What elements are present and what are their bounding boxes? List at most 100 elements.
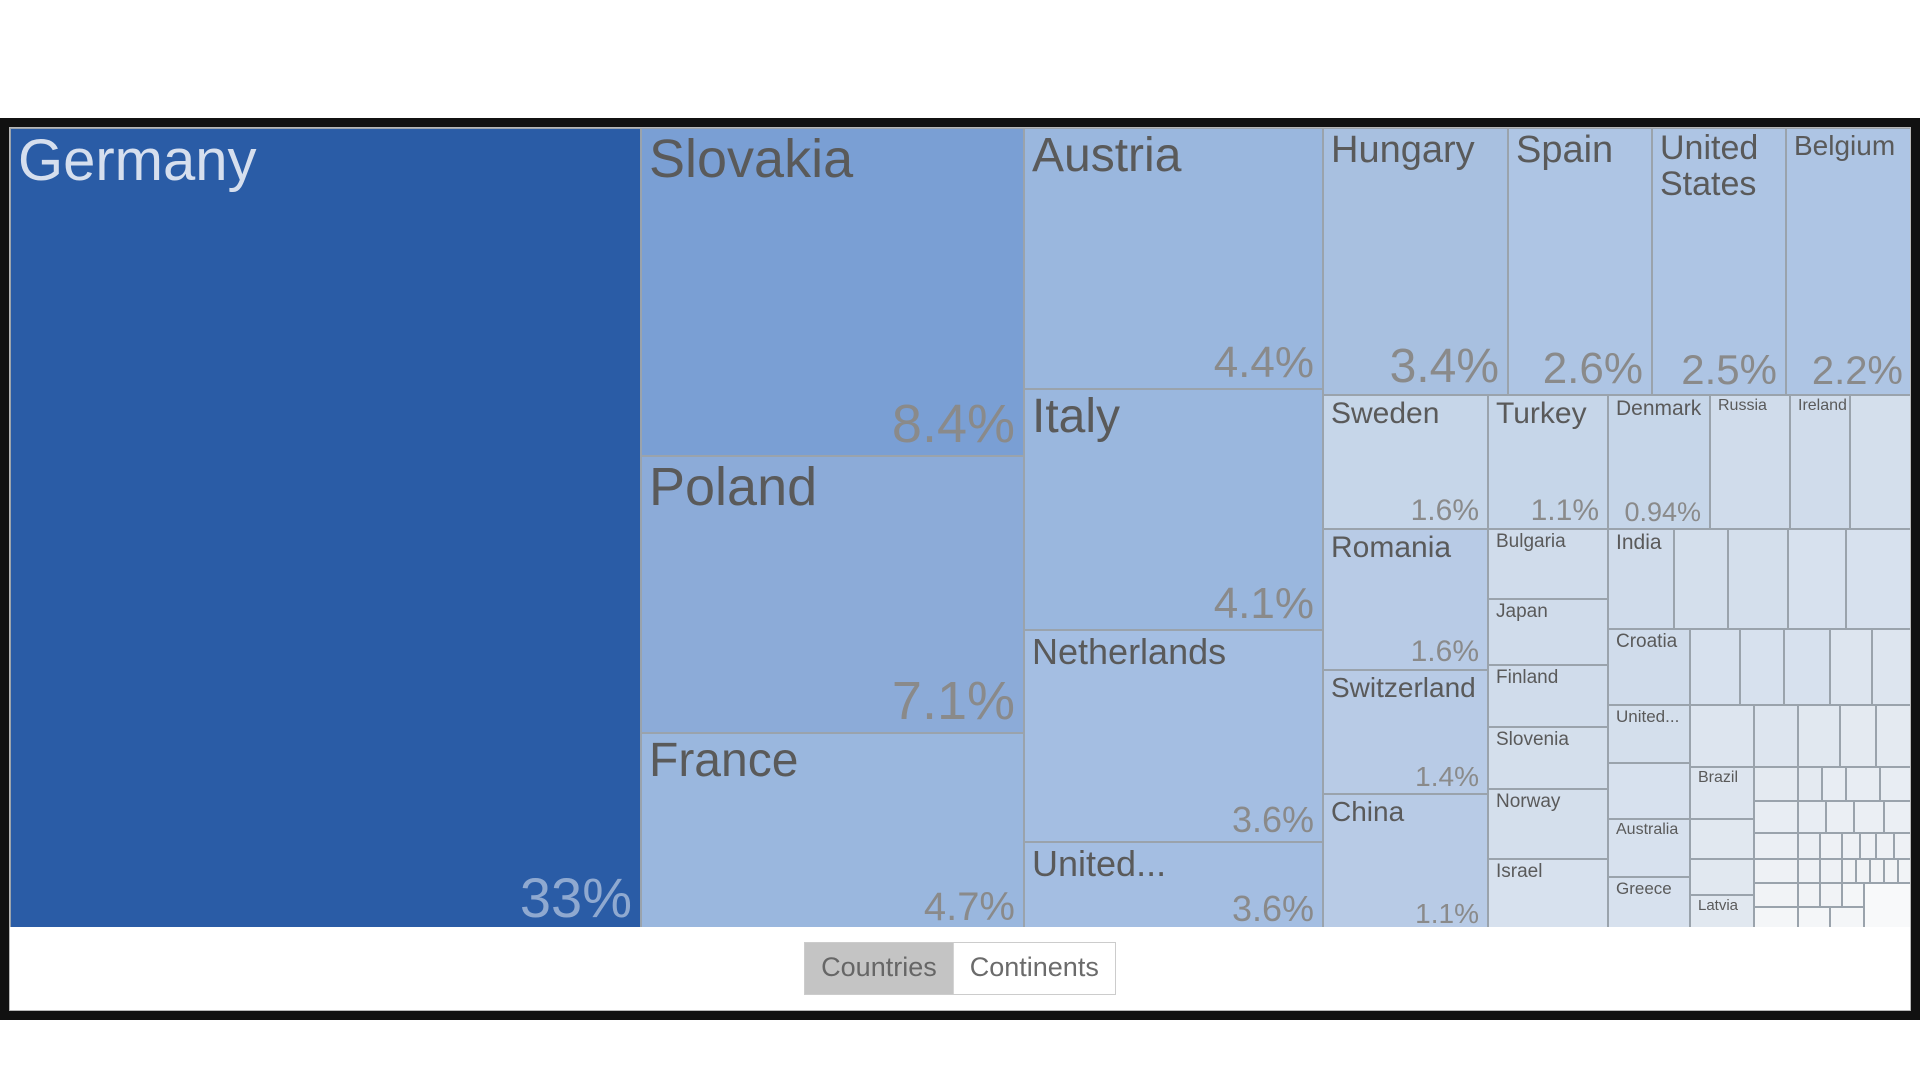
continents-button[interactable]: Continents (952, 942, 1115, 995)
treemap-cell[interactable] (1842, 833, 1860, 859)
treemap-cell[interactable] (1850, 395, 1910, 529)
treemap-cell[interactable] (1864, 883, 1910, 931)
treemap-cell[interactable] (1822, 767, 1846, 801)
treemap-cell[interactable] (1728, 529, 1788, 629)
treemap-cell[interactable]: Greece (1608, 877, 1690, 931)
treemap-cell[interactable] (1898, 859, 1910, 883)
treemap-cell[interactable] (1690, 859, 1754, 895)
treemap-cell[interactable] (1880, 767, 1910, 801)
treemap-cell-label: Denmark (1616, 397, 1702, 420)
treemap-cell[interactable]: Slovenia (1488, 727, 1608, 789)
treemap-cell-label: Australia (1616, 821, 1679, 838)
treemap-cell[interactable] (1754, 859, 1798, 883)
treemap-cell[interactable]: Brazil (1690, 767, 1754, 819)
treemap-cell[interactable]: Israel (1488, 859, 1608, 931)
treemap-cell-label: Slovenia (1496, 729, 1569, 750)
treemap-cell[interactable] (1690, 705, 1754, 767)
treemap-cell[interactable] (1876, 705, 1910, 767)
treemap-cell[interactable]: Norway (1488, 789, 1608, 859)
treemap-cell[interactable]: Netherlands 3.6% (1024, 630, 1323, 842)
treemap-cell[interactable]: Russia (1710, 395, 1790, 529)
treemap-cell[interactable] (1788, 529, 1846, 629)
treemap-cell[interactable]: Germany 33% (10, 128, 641, 931)
treemap-cell[interactable] (1674, 529, 1728, 629)
treemap-cell[interactable]: Latvia (1690, 895, 1754, 931)
treemap-cell[interactable]: United States 2.5% (1652, 128, 1786, 395)
treemap-cell-value: 2.2% (1811, 349, 1903, 393)
treemap-cell[interactable] (1798, 833, 1820, 859)
treemap-cell[interactable] (1784, 629, 1830, 705)
treemap-cell[interactable] (1820, 859, 1842, 883)
treemap-cell[interactable] (1870, 859, 1884, 883)
treemap-cell-label: Bulgaria (1496, 531, 1566, 552)
treemap-cell[interactable]: Belgium 2.2% (1786, 128, 1910, 395)
treemap-cell[interactable] (1798, 767, 1822, 801)
countries-button[interactable]: Countries (805, 942, 953, 995)
treemap-cell[interactable] (1846, 767, 1880, 801)
treemap-cell[interactable] (1690, 819, 1754, 859)
treemap-cell[interactable] (1860, 833, 1876, 859)
treemap-cell[interactable] (1830, 629, 1872, 705)
treemap-cell[interactable] (1842, 859, 1856, 883)
treemap-cell[interactable] (1754, 705, 1798, 767)
treemap-cell-value: 2.5% (1681, 345, 1777, 393)
treemap-cell[interactable] (1826, 801, 1854, 833)
treemap-cell[interactable] (1842, 883, 1864, 907)
treemap-cell[interactable]: Denmark 0.94% (1608, 395, 1710, 529)
treemap-cell[interactable]: China 1.1% (1323, 794, 1488, 931)
treemap-cell[interactable] (1884, 859, 1898, 883)
treemap-cell[interactable] (1754, 801, 1798, 833)
treemap-cell[interactable]: Switzerland 1.4% (1323, 670, 1488, 794)
treemap-cell[interactable]: Slovakia 8.4% (641, 128, 1024, 456)
treemap-cell[interactable] (1740, 629, 1784, 705)
treemap-cell-label: Finland (1496, 667, 1559, 688)
treemap-cell[interactable]: Poland 7.1% (641, 456, 1024, 733)
treemap-cell[interactable]: United... 3.6% (1024, 842, 1323, 931)
grouping-button-group: Countries Continents (804, 941, 1116, 996)
treemap-cell[interactable]: Hungary 3.4% (1323, 128, 1508, 395)
treemap-cell[interactable] (1798, 859, 1820, 883)
treemap-cell[interactable] (1608, 763, 1690, 819)
treemap-cell[interactable]: United... (1608, 705, 1690, 763)
treemap-cell[interactable]: Croatia (1608, 629, 1690, 705)
treemap-cell[interactable] (1884, 801, 1910, 833)
treemap-cell[interactable] (1754, 833, 1798, 859)
treemap-cell-value: 1.6% (1410, 634, 1479, 668)
treemap-cell[interactable] (1846, 529, 1910, 629)
treemap-cell[interactable]: Romania 1.6% (1323, 529, 1488, 670)
treemap-cell-value: 7.1% (891, 671, 1015, 732)
treemap-cell[interactable] (1872, 629, 1910, 705)
treemap-cell[interactable] (1798, 705, 1840, 767)
treemap-cell[interactable] (1854, 801, 1884, 833)
treemap-cell[interactable] (1754, 767, 1798, 801)
treemap-cell[interactable]: India (1608, 529, 1674, 629)
treemap-cell[interactable]: Spain 2.6% (1508, 128, 1652, 395)
treemap-cell[interactable]: Turkey 1.1% (1488, 395, 1608, 529)
treemap-cell[interactable]: Austria 4.4% (1024, 128, 1323, 389)
treemap-cell[interactable]: Australia (1608, 819, 1690, 877)
treemap-cell[interactable]: Sweden 1.6% (1323, 395, 1488, 529)
treemap-cell-label: Croatia (1616, 631, 1678, 652)
treemap-cell-value: 3.6% (1231, 799, 1314, 841)
treemap-cell[interactable] (1798, 883, 1820, 907)
treemap-cell-value: 8.4% (891, 394, 1015, 455)
treemap-cell[interactable] (1840, 705, 1876, 767)
treemap-cell[interactable] (1820, 833, 1842, 859)
treemap-cell-label: Greece (1616, 879, 1672, 898)
treemap-cell[interactable]: Ireland (1790, 395, 1850, 529)
treemap-cell[interactable] (1856, 859, 1870, 883)
treemap-cell[interactable] (1690, 629, 1740, 705)
treemap-cell-label: Poland (649, 457, 818, 517)
treemap-cell-label: United... (1032, 843, 1167, 884)
treemap-cell[interactable]: Italy 4.1% (1024, 389, 1323, 630)
treemap-cell-value: 3.4% (1389, 339, 1499, 393)
treemap-cell[interactable] (1754, 883, 1798, 907)
treemap-cell[interactable]: Japan (1488, 599, 1608, 665)
treemap-cell[interactable] (1820, 883, 1842, 907)
treemap-cell[interactable] (1876, 833, 1894, 859)
treemap-cell[interactable]: Bulgaria (1488, 529, 1608, 599)
treemap-cell[interactable]: Finland (1488, 665, 1608, 727)
treemap-cell[interactable] (1798, 801, 1826, 833)
treemap-cell[interactable]: France 4.7% (641, 733, 1024, 931)
treemap-cell[interactable] (1894, 833, 1910, 859)
